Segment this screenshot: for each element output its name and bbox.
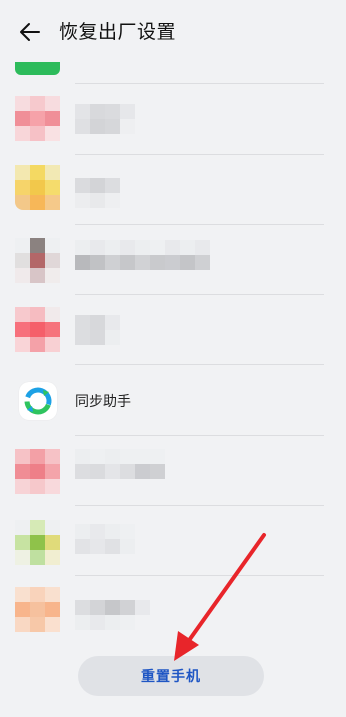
app-icon-grey-red [15,238,60,283]
list-item[interactable] [0,506,346,576]
blurred-app-name [75,315,120,345]
sync-assistant-icon [19,382,57,420]
app-name: 同步助手 [75,394,131,410]
app-icon-orange [15,587,60,632]
list-item[interactable] [0,576,346,646]
list-item[interactable] [0,436,346,506]
app-icon-pink [15,96,60,141]
list-item[interactable] [0,225,346,295]
blurred-app-name [75,524,135,554]
list-item[interactable] [0,155,346,225]
blurred-app-name [75,600,150,630]
app-icon-yellow [15,165,60,210]
blurred-app-name [75,240,210,270]
blurred-app-name [75,449,165,479]
blurred-app-name [75,104,135,134]
list-item[interactable]: 同步助手 [0,365,346,435]
list-item[interactable] [0,295,346,365]
list-item[interactable] [0,84,346,154]
reset-phone-button[interactable]: 重置手机 [78,656,264,696]
blurred-app-name [75,178,120,208]
app-icon-pink-red [15,449,60,494]
app-icon-red [15,307,60,352]
app-icon-green-yellow [15,520,60,565]
header: 恢复出厂设置 [0,0,346,62]
page-title: 恢复出厂设置 [59,21,177,43]
back-arrow-icon[interactable] [18,20,42,44]
